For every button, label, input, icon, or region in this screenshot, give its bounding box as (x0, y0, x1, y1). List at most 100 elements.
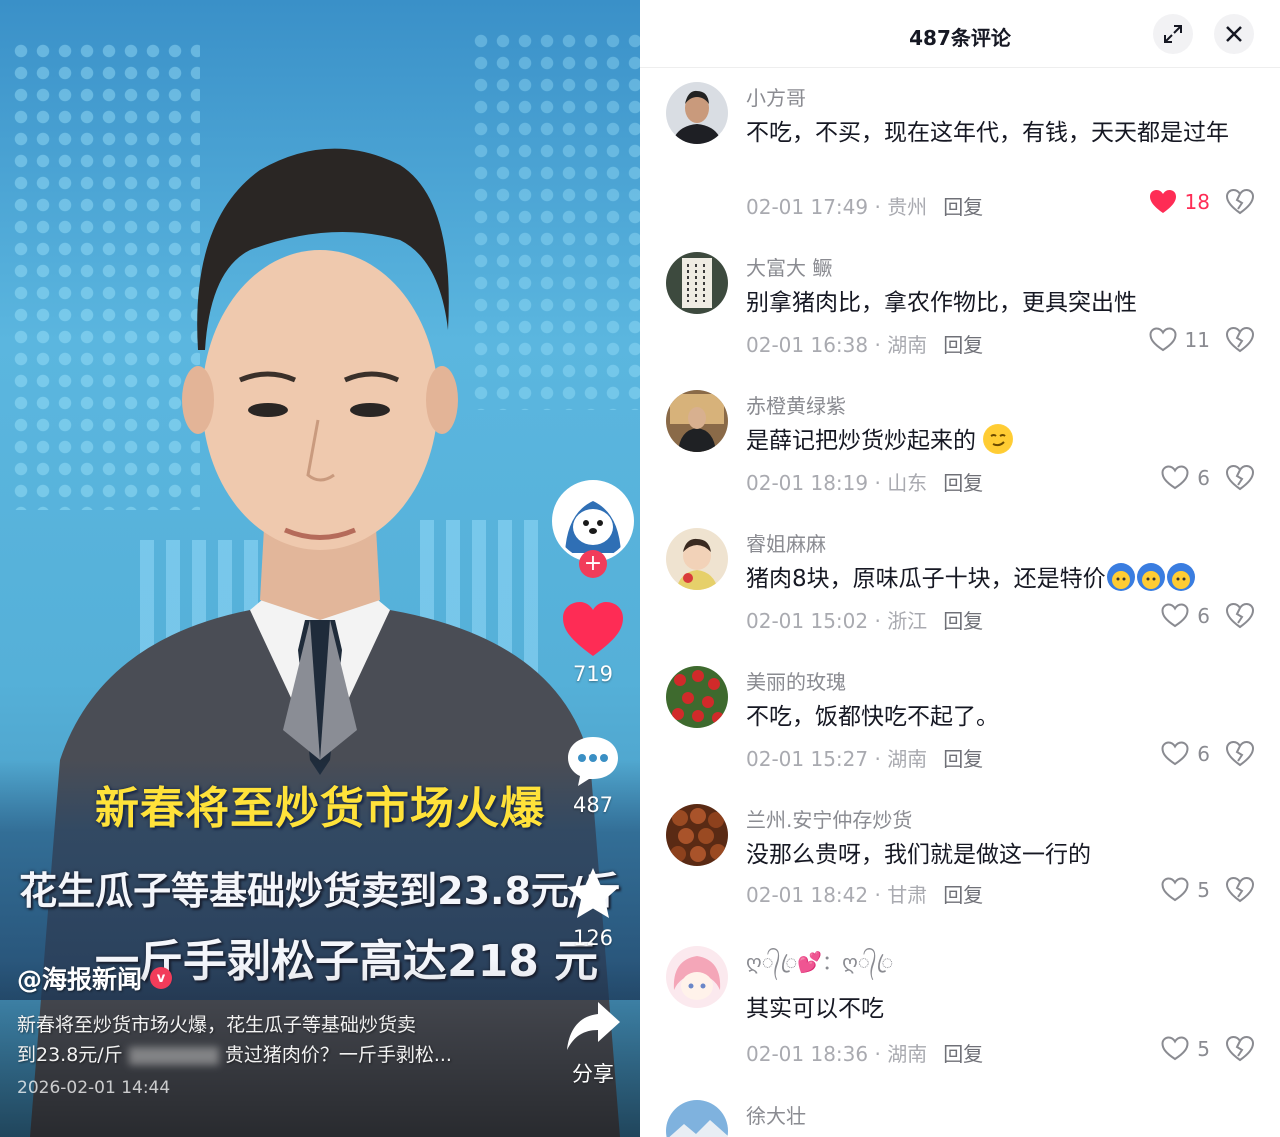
commenter-name[interactable]: 徐大壮 (746, 1100, 806, 1129)
avatar-mountain-icon (666, 1100, 728, 1137)
comment-item: 大富大 鳜 别拿猪肉比，拿农作物比，更具突出性 02-01 16:38 · 湖南… (640, 242, 1280, 380)
reply-button[interactable]: 回复 (943, 195, 983, 219)
commenter-name[interactable]: 赤橙黄绿紫 (746, 390, 846, 419)
broken-heart-icon (1225, 876, 1255, 903)
video-headline-1: 新春将至炒货市场火爆 (95, 783, 545, 834)
comment-like-button[interactable]: 18 (1149, 189, 1210, 214)
commenter-avatar[interactable] (666, 1100, 728, 1137)
description-part-3: 贵过猪肉价？一斤手剥松... (224, 1044, 452, 1066)
comment-bubble-icon (568, 737, 618, 786)
reply-button[interactable]: 回复 (943, 883, 983, 907)
reply-button[interactable]: 回复 (943, 333, 983, 357)
comment-time: 02-01 15:27 (746, 747, 869, 771)
commenter-avatar[interactable] (666, 666, 728, 728)
comment-time: 02-01 16:38 (746, 333, 869, 357)
facepalm-emoji-icon (1166, 563, 1195, 591)
commenter-avatar[interactable] (666, 390, 728, 452)
heart-outline-icon (1149, 327, 1177, 352)
commenter-avatar[interactable] (666, 804, 728, 866)
comment-like-count: 11 (1184, 327, 1210, 352)
video-player[interactable]: 新春将至炒货市场火爆 花生瓜子等基础炒货卖到23.8元/斤 一斤手剥松子高达21… (0, 0, 640, 1137)
comment-location: 湖南 (887, 333, 928, 357)
comment-like-button[interactable]: 6 (1161, 603, 1210, 628)
comment-time: 02-01 18:36 (746, 1042, 869, 1066)
reply-button[interactable]: 回复 (943, 1042, 983, 1066)
comment-like-button[interactable]: 5 (1161, 877, 1210, 902)
comment-like-button[interactable]: 6 (1161, 741, 1210, 766)
comment-action[interactable]: 487 (552, 733, 634, 817)
comment-dislike-button[interactable] (1225, 1035, 1255, 1066)
broken-heart-icon (1225, 464, 1255, 491)
share-arrow-icon (567, 1002, 620, 1050)
author-name[interactable]: @海报新闻 v (17, 960, 173, 996)
comment-item: ღ᭄ꦿ💕：ღ᭄ꦿ 其实可以不吃 02-01 18:36 · 湖南 回复 5 (640, 936, 1280, 1074)
commenter-avatar[interactable] (666, 946, 728, 1008)
comment-dislike-button[interactable] (1225, 602, 1255, 633)
avatar-child-icon (666, 528, 728, 590)
follow-plus-button[interactable]: + (579, 550, 607, 578)
reply-button[interactable]: 回复 (943, 471, 983, 495)
comment-text-body: 猪肉8块，原味瓜子十块，还是特价 (746, 566, 1106, 592)
reply-button[interactable]: 回复 (943, 747, 983, 771)
comment-item: 赤橙黄绿紫 是薛记把炒货炒起来的 02-01 18:19 · 山东 回复 6 (640, 380, 1280, 518)
heart-outline-icon (1161, 465, 1189, 490)
comment-dislike-button[interactable] (1225, 876, 1255, 907)
broken-heart-icon (1225, 326, 1255, 353)
comment-like-count: 18 (1184, 189, 1210, 214)
author-label[interactable]: @海报新闻 (17, 960, 142, 996)
comment-meta: 02-01 18:36 · 湖南 回复 (746, 1042, 984, 1066)
comment-like-button[interactable]: 6 (1161, 465, 1210, 490)
app-root: 新春将至炒货市场火爆 花生瓜子等基础炒货卖到23.8元/斤 一斤手剥松子高达21… (0, 0, 1280, 1137)
seal-logo-icon (555, 483, 631, 559)
expand-icon (1164, 25, 1182, 43)
comment-like-button[interactable]: 11 (1149, 327, 1210, 352)
heart-outline-icon (1161, 1036, 1189, 1061)
video-headline-2: 花生瓜子等基础炒货卖到23.8元/斤 (19, 869, 621, 913)
share-action[interactable]: 分享 (552, 998, 634, 1088)
like-action[interactable]: 719 (552, 600, 634, 686)
comment-item: 美丽的玫瑰 不吃，饭都快吃不起了。 02-01 15:27 · 湖南 回复 6 (640, 656, 1280, 794)
comment-meta: 02-01 18:19 · 山东 回复 (746, 471, 984, 495)
comment-like-count: 5 (1197, 877, 1210, 902)
post-date: 2026-02-01 14:44 (17, 1078, 171, 1098)
comment-meta: 02-01 18:42 · 甘肃 回复 (746, 883, 984, 907)
facepalm-emoji-icon (1106, 563, 1135, 591)
avatar-roses-icon (666, 666, 728, 728)
broken-heart-icon (1225, 740, 1255, 767)
comment-meta: 02-01 17:49 · 贵州 回复 (746, 195, 984, 219)
comment-dislike-button[interactable] (1225, 464, 1255, 495)
commenter-name[interactable]: 睿姐麻麻 (746, 528, 826, 557)
expand-button[interactable] (1153, 14, 1193, 54)
commenter-avatar[interactable] (666, 252, 728, 314)
commenter-name[interactable]: ღ᭄ꦿ💕：ღ᭄ꦿ (746, 946, 893, 988)
comment-time: 02-01 18:19 (746, 471, 869, 495)
commenter-avatar[interactable] (666, 82, 728, 144)
commenter-avatar[interactable] (666, 528, 728, 590)
video-description[interactable]: 新春将至炒货市场火爆，花生瓜子等基础炒货卖 到23.8元/斤 贵过猪肉价？一斤手… (17, 1010, 497, 1070)
blurred-text (128, 1046, 219, 1065)
commenter-name[interactable]: 兰州.安宁仲存炒货 (746, 804, 912, 833)
heart-icon (563, 602, 623, 656)
commenter-name[interactable]: 小方哥 (746, 82, 806, 111)
comment-dislike-button[interactable] (1225, 740, 1255, 771)
comment-time: 02-01 15:02 (746, 609, 869, 633)
commenter-name[interactable]: 大富大 鳜 (746, 252, 832, 281)
close-icon (1226, 26, 1242, 42)
close-button[interactable] (1214, 14, 1254, 54)
favorite-action[interactable]: 126 (552, 866, 634, 950)
comment-text-body: 是薛记把炒货炒起来的 (746, 428, 976, 454)
comment-dislike-button[interactable] (1225, 326, 1255, 357)
smirk-emoji-icon (983, 424, 1014, 454)
heart-outline-icon (1161, 603, 1189, 628)
comment-dislike-button[interactable] (1225, 188, 1255, 219)
comment-text: 是薛记把炒货炒起来的 (746, 424, 1246, 458)
comment-text: 别拿猪肉比，拿农作物比，更具突出性 (746, 290, 1137, 316)
broken-heart-icon (1225, 188, 1255, 215)
comment-location: 湖南 (887, 1042, 928, 1066)
like-count: 719 (572, 662, 614, 686)
facepalm-emoji-icon (1136, 563, 1165, 591)
comment-like-button[interactable]: 5 (1161, 1036, 1210, 1061)
comment-meta: 02-01 15:02 · 浙江 回复 (746, 609, 984, 633)
commenter-name[interactable]: 美丽的玫瑰 (746, 666, 846, 695)
reply-button[interactable]: 回复 (943, 609, 983, 633)
